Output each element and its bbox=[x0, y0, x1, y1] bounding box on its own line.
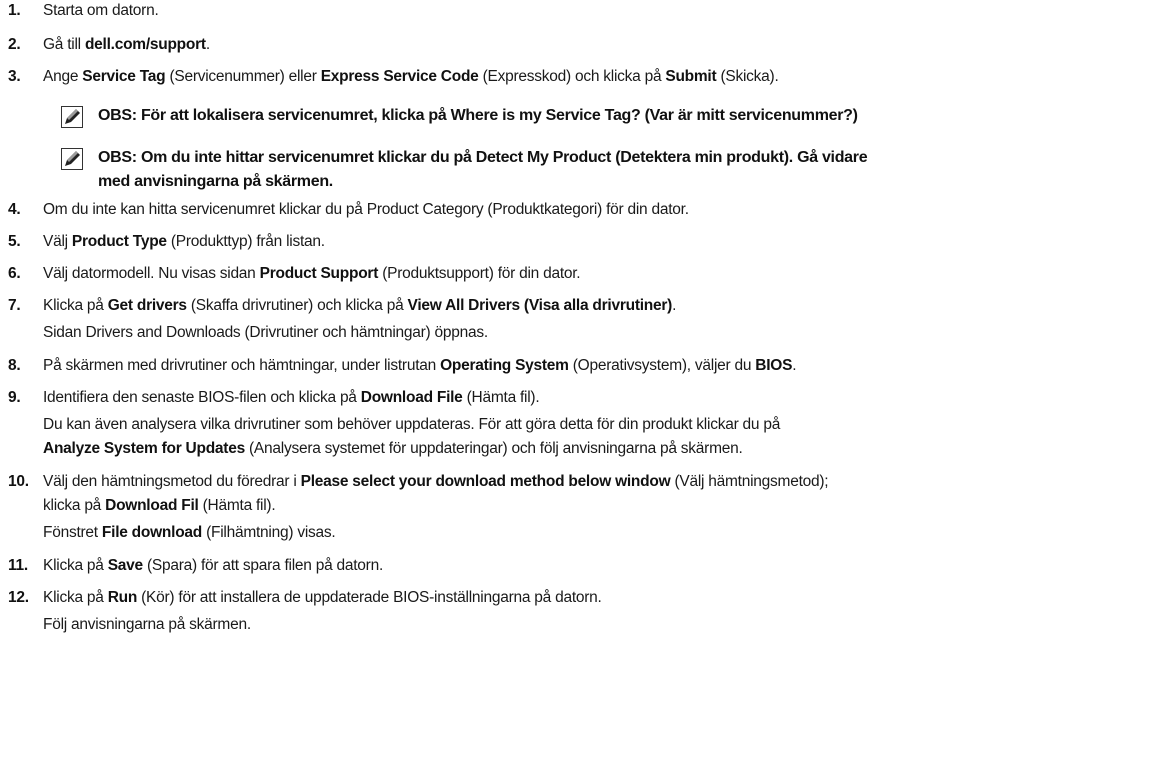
instruction-document: 1. Starta om datorn. 2. Gå till dell.com… bbox=[0, 0, 1158, 784]
step-number: 4. bbox=[8, 201, 21, 218]
emphasized-term: Run bbox=[107, 589, 138, 606]
emphasized-term: Submit bbox=[665, 68, 717, 85]
step-text: Välj Product Type (Produkttyp) från list… bbox=[43, 232, 325, 252]
note-text: med anvisningarna på skärmen. bbox=[98, 173, 333, 190]
text-run: Starta om datorn. bbox=[43, 2, 159, 19]
text-run: (Operativsystem), väljer du bbox=[568, 357, 756, 374]
text-run: (Servicenummer) eller bbox=[165, 68, 321, 85]
text-run: Klicka på bbox=[43, 297, 108, 314]
emphasized-term: Express Service Code bbox=[320, 68, 479, 85]
text-run: (Filhämtning) visas. bbox=[202, 524, 336, 541]
text-run: (Kör) för att installera de uppdaterade … bbox=[137, 589, 602, 606]
text-run: Sidan Drivers and Downloads (Drivrutiner… bbox=[43, 324, 488, 341]
step-text: Klicka på Run (Kör) för att installera d… bbox=[43, 588, 602, 608]
text-run: . bbox=[672, 297, 677, 314]
step-number: 10. bbox=[8, 473, 29, 490]
text-run: . bbox=[792, 357, 797, 374]
emphasized-term: Analyze System for Updates bbox=[43, 440, 245, 457]
step-text: Om du inte kan hitta servicenumret klick… bbox=[43, 200, 689, 220]
text-run: (Produkttyp) från listan. bbox=[166, 233, 325, 250]
text-run: Välj den hämtningsmetod du föredrar i bbox=[43, 473, 301, 490]
step-text: Välj den hämtningsmetod du föredrar i Pl… bbox=[43, 472, 829, 492]
text-run: . bbox=[205, 36, 210, 53]
text-run: Identifiera den senaste BIOS-filen och k… bbox=[43, 389, 361, 406]
text-run: (Skicka). bbox=[716, 68, 779, 85]
text-run: (Spara) för att spara filen på datorn. bbox=[142, 557, 384, 574]
text-run: Följ anvisningarna på skärmen. bbox=[43, 616, 251, 633]
step-text: Klicka på Get drivers (Skaffa drivrutine… bbox=[43, 296, 676, 316]
step-text: Gå till dell.com/support. bbox=[43, 35, 210, 55]
pencil-note-icon bbox=[61, 148, 83, 170]
step-text: Starta om datorn. bbox=[43, 1, 159, 21]
emphasized-term: Save bbox=[107, 557, 143, 574]
step-number: 7. bbox=[8, 297, 21, 314]
text-run: Gå till bbox=[43, 36, 85, 53]
text-run: Välj datormodell. Nu visas sidan bbox=[43, 265, 260, 282]
emphasized-term: Service Tag bbox=[82, 68, 166, 85]
step-detail-text: Analyze System for Updates (Analysera sy… bbox=[43, 439, 743, 459]
emphasized-term: dell.com/support bbox=[84, 36, 206, 53]
emphasized-term: Please select your download method below… bbox=[300, 473, 671, 490]
step-text: Klicka på Save (Spara) för att spara fil… bbox=[43, 556, 383, 576]
step-number: 1. bbox=[8, 2, 21, 19]
emphasized-term: File download bbox=[101, 524, 203, 541]
text-run: Klicka på bbox=[43, 589, 108, 606]
pencil-note-icon bbox=[61, 106, 83, 128]
step-detail-text: Följ anvisningarna på skärmen. bbox=[43, 615, 251, 635]
text-run: (Hämta fil). bbox=[462, 389, 540, 406]
text-run: På skärmen med drivrutiner och hämtninga… bbox=[43, 357, 441, 374]
note-text: OBS: För att lokalisera servicenumret, k… bbox=[98, 107, 858, 124]
text-run: Om du inte kan hitta servicenumret klick… bbox=[43, 201, 689, 218]
text-run: klicka på bbox=[43, 497, 106, 514]
step-number: 8. bbox=[8, 357, 21, 374]
step-text: Ange Service Tag (Servicenummer) eller E… bbox=[43, 67, 779, 87]
step-text: På skärmen med drivrutiner och hämtninga… bbox=[43, 356, 797, 376]
emphasized-term: View All Drivers (Visa alla drivrutiner) bbox=[407, 297, 673, 314]
text-run: (Skaffa drivrutiner) och klicka på bbox=[186, 297, 408, 314]
text-run: Ange bbox=[43, 68, 83, 85]
emphasized-term: Download File bbox=[360, 389, 463, 406]
text-run: Klicka på bbox=[43, 557, 108, 574]
emphasized-term: Download Fil bbox=[105, 497, 199, 514]
step-number: 11. bbox=[8, 557, 28, 574]
emphasized-term: Get drivers bbox=[107, 297, 187, 314]
text-run: Du kan även analysera vilka drivrutiner … bbox=[43, 416, 781, 433]
step-detail-text: Du kan även analysera vilka drivrutiner … bbox=[43, 415, 780, 435]
text-run: (Hämta fil). bbox=[198, 497, 276, 514]
step-number: 2. bbox=[8, 36, 21, 53]
step-number: 3. bbox=[8, 68, 21, 85]
step-number: 12. bbox=[8, 589, 29, 606]
text-run: (Produktsupport) för din dator. bbox=[378, 265, 581, 282]
note-text: OBS: Om du inte hittar servicenumret kli… bbox=[98, 149, 868, 166]
text-run: Välj bbox=[43, 233, 72, 250]
step-number: 5. bbox=[8, 233, 21, 250]
emphasized-term: BIOS bbox=[755, 357, 793, 374]
text-run: (Välj hämtningsmetod); bbox=[670, 473, 829, 490]
step-number: 6. bbox=[8, 265, 21, 282]
step-detail-text: Fönstret File download (Filhämtning) vis… bbox=[43, 523, 336, 543]
step-text: Identifiera den senaste BIOS-filen och k… bbox=[43, 388, 540, 408]
emphasized-term: Product Support bbox=[259, 265, 379, 282]
emphasized-term: Operating System bbox=[440, 357, 569, 374]
text-run: Fönstret bbox=[43, 524, 102, 541]
step-detail-text: klicka på Download Fil (Hämta fil). bbox=[43, 496, 276, 516]
step-text: Välj datormodell. Nu visas sidan Product… bbox=[43, 264, 581, 284]
text-run: (Expresskod) och klicka på bbox=[478, 68, 666, 85]
text-run: (Analysera systemet för uppdateringar) o… bbox=[244, 440, 743, 457]
emphasized-term: Product Type bbox=[71, 233, 167, 250]
step-detail-text: Sidan Drivers and Downloads (Drivrutiner… bbox=[43, 323, 488, 343]
step-number: 9. bbox=[8, 389, 21, 406]
